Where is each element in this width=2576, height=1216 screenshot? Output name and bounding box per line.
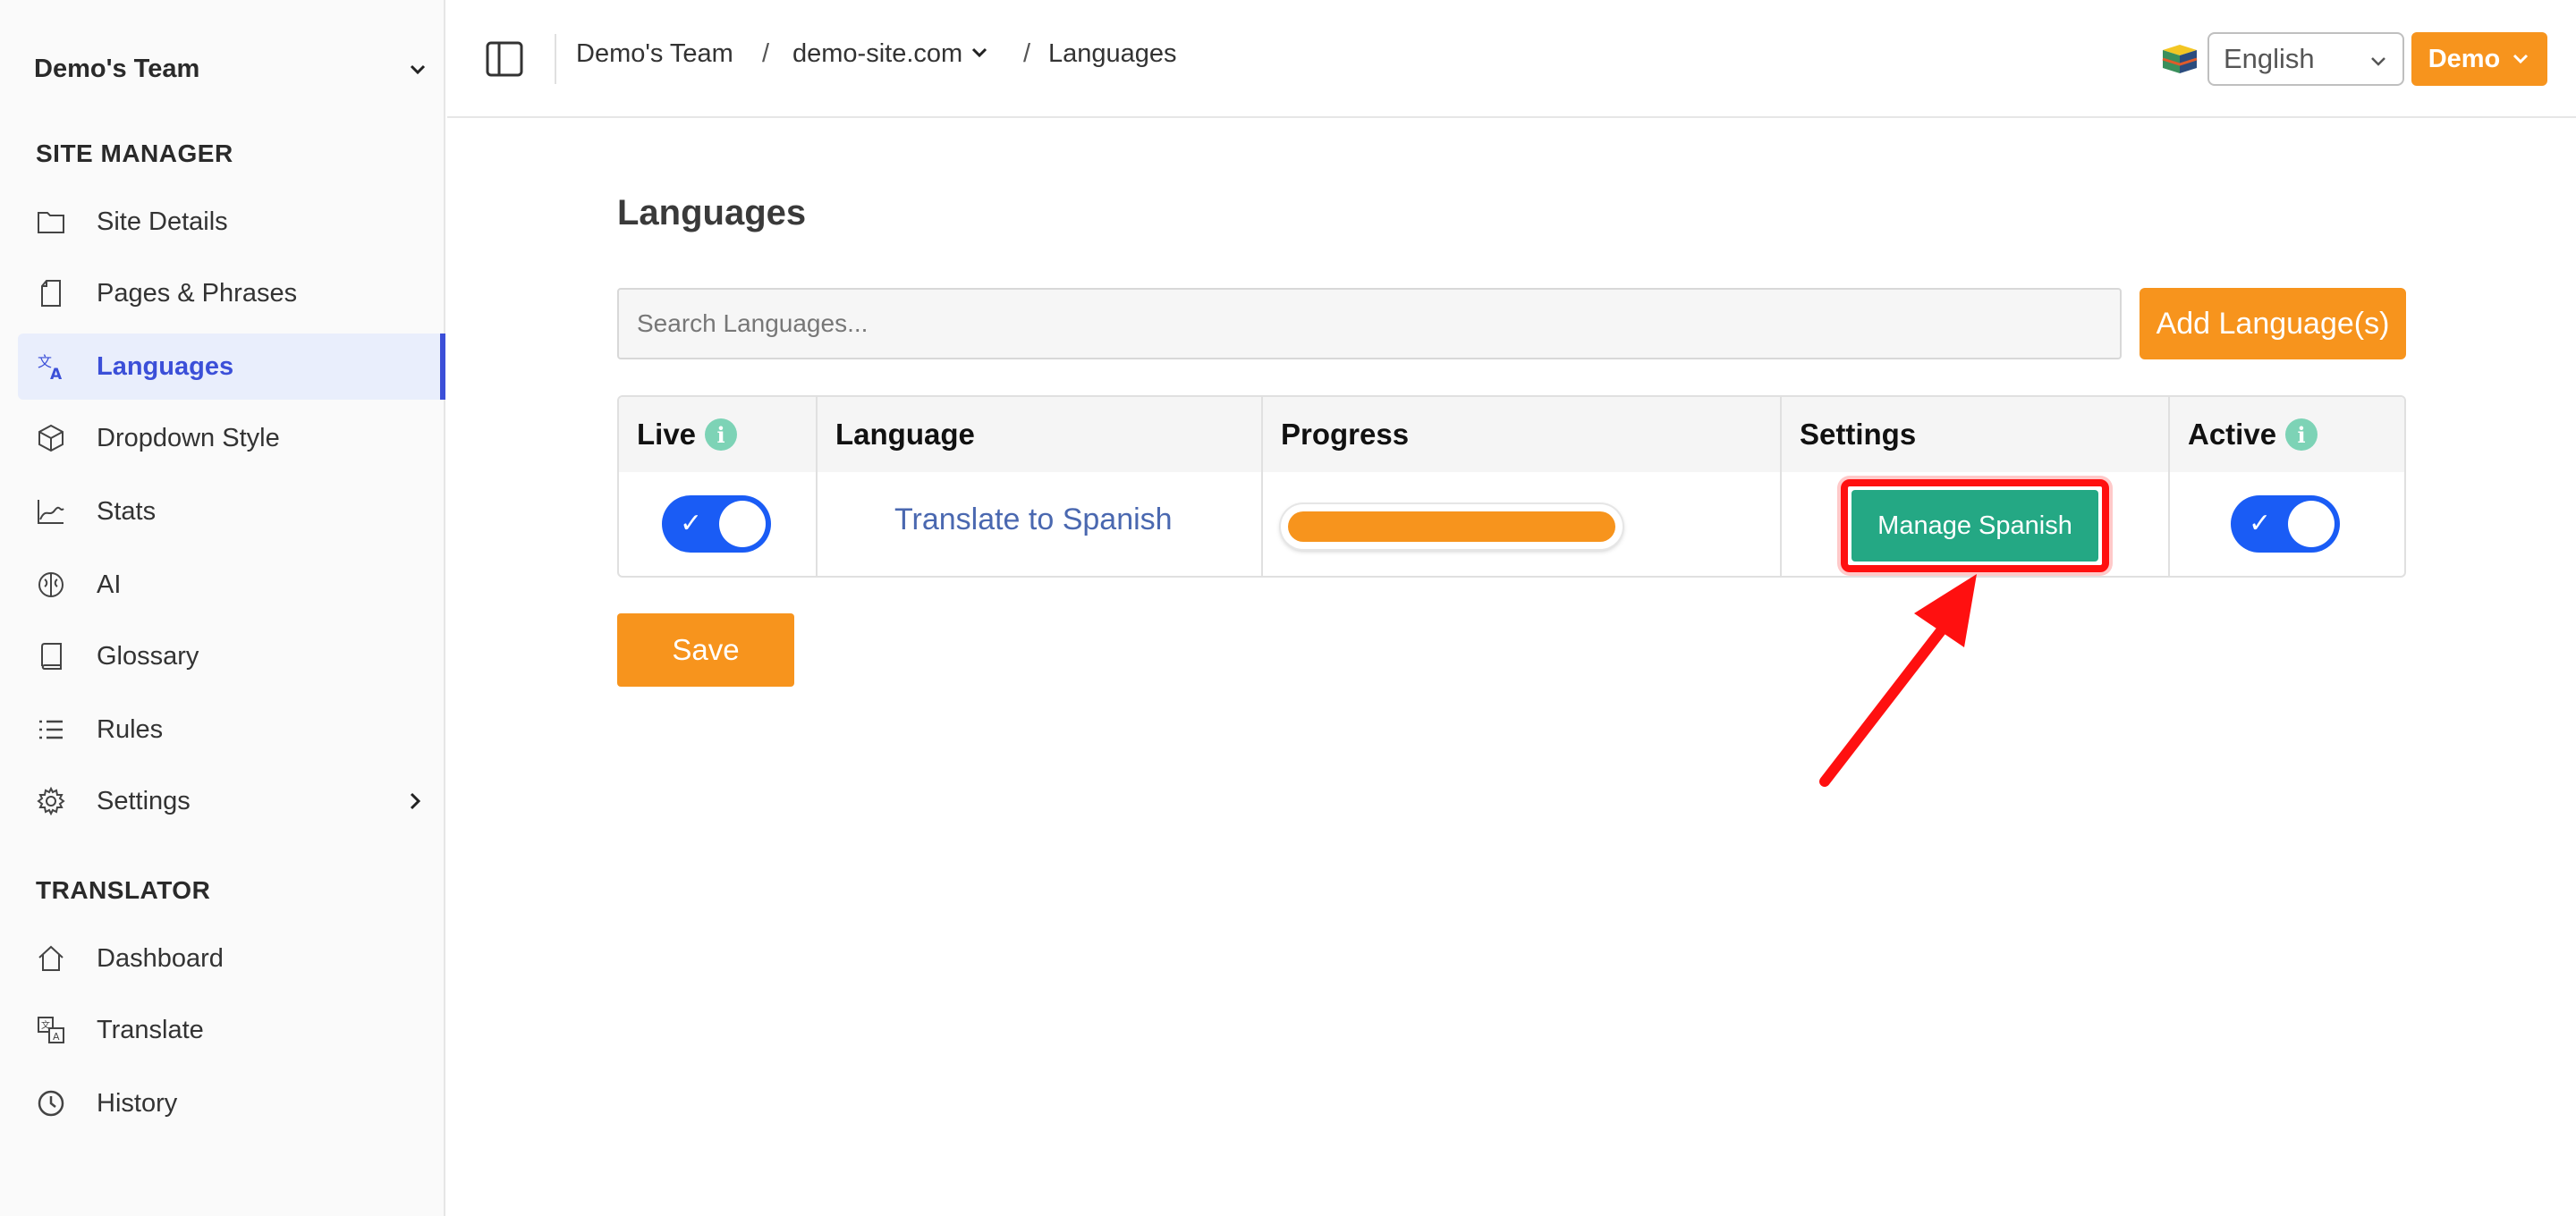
home-icon [36,943,66,974]
column-header-live-label: Live [637,418,697,451]
section-title-translator: TRANSLATOR [36,876,211,904]
sidebar-item-label: Glossary [97,641,199,671]
chevron-down-icon [972,47,987,58]
toggle-knob [2288,501,2334,547]
translate-to-spanish-link[interactable]: Translate to Spanish [894,502,1173,537]
breadcrumb-separator: / [762,39,770,68]
sidebar-item-label: Dropdown Style [97,423,280,452]
active-toggle[interactable]: ✓ [2231,495,2340,553]
toggle-knob [719,501,766,547]
topbar-divider [555,34,556,84]
clock-icon [36,1088,66,1119]
chevron-right-icon [410,792,421,810]
column-header-active-label: Active [2188,418,2277,451]
column-divider [2168,397,2170,576]
sidebar-item-translate[interactable]: 文A Translate [18,997,445,1063]
sidebar-item-label: AI [97,570,122,599]
column-divider [1780,397,1782,576]
language-flag-icon [2162,45,2198,73]
team-name: Demo's Team [34,54,200,83]
sidebar-item-stats[interactable]: Stats [18,478,445,545]
cube-icon [36,423,66,453]
translation-progress-bar [1281,504,1623,549]
topbar: Demo's Team / demo-site.com / Languages … [447,0,2576,118]
live-toggle[interactable]: ✓ [662,495,771,553]
breadcrumb-site-label: demo-site.com [792,39,963,68]
panel-left-icon [486,41,523,77]
sidebar-item-glossary[interactable]: Glossary [18,623,445,689]
sidebar-item-dropdown-style[interactable]: Dropdown Style [18,405,445,471]
sidebar-item-label: Translate [97,1015,204,1044]
save-button[interactable]: Save [617,613,794,687]
sidebar-item-pages-phrases[interactable]: Pages & Phrases [18,260,445,326]
chart-line-icon [36,496,66,527]
add-languages-button[interactable]: Add Language(s) [2140,288,2406,359]
sidebar-item-label: Stats [97,496,157,526]
svg-text:A: A [53,1031,60,1043]
translate-icon: 文A [36,351,66,382]
language-select-value: English [2224,43,2315,74]
column-header-language: Language [835,418,975,451]
breadcrumb-team[interactable]: Demo's Team [576,39,733,69]
sidebar-item-label: Dashboard [97,943,224,973]
sidebar-item-settings[interactable]: Settings [18,768,445,834]
chevron-down-icon [2513,54,2529,64]
progress-bar-fill [1288,511,1615,542]
languages-table: Live i Language Progress Settings Active… [617,395,2406,578]
column-divider [816,397,818,576]
sidebar-item-label: Rules [97,714,164,744]
sidebar-toggle-button[interactable] [485,39,524,79]
book-icon [36,641,66,671]
brain-icon [36,570,66,600]
sidebar-item-site-details[interactable]: Site Details [18,189,445,255]
gear-icon [36,786,66,816]
breadcrumb-site[interactable]: demo-site.com [792,39,989,69]
sidebar-item-label: Site Details [97,207,228,236]
column-divider [1261,397,1263,576]
sidebar-item-languages[interactable]: 文A Languages [18,334,445,400]
user-menu-button[interactable]: Demo [2411,32,2547,86]
sidebar-item-label: Languages [97,351,234,381]
svg-text:文: 文 [41,1019,50,1031]
column-header-progress: Progress [1281,418,1410,451]
sidebar-item-label: History [97,1088,178,1118]
manage-spanish-button[interactable]: Manage Spanish [1852,490,2098,562]
info-icon[interactable]: i [705,418,738,451]
sidebar: Demo's Team SITE MANAGER Site Details Pa… [0,0,445,1216]
breadcrumb-separator: / [1023,39,1031,68]
language-select[interactable]: English [2207,32,2404,86]
team-switcher[interactable]: Demo's Team [34,48,428,89]
page-icon [36,278,66,308]
section-title-site-manager: SITE MANAGER [36,139,233,167]
check-icon: ✓ [2249,508,2272,539]
breadcrumb-current-page: Languages [1048,39,1177,68]
search-languages-input[interactable] [617,288,2122,359]
sidebar-item-ai[interactable]: AI [18,552,445,618]
chevron-down-icon [410,64,426,75]
sidebar-item-dashboard[interactable]: Dashboard [18,925,445,992]
sidebar-item-rules[interactable]: Rules [18,697,445,763]
chevron-down-icon [2371,57,2385,66]
sidebar-item-history[interactable]: History [18,1070,445,1136]
svg-text:A: A [50,366,63,381]
folder-icon [36,207,66,237]
check-icon: ✓ [680,508,703,539]
column-header-active: Active i [2170,397,2318,472]
sidebar-item-label: Pages & Phrases [97,278,298,308]
user-menu-label: Demo [2428,44,2501,73]
translate-box-icon: 文A [36,1015,66,1045]
page-title: Languages [617,193,807,232]
column-header-live: Live i [619,397,738,472]
column-header-settings: Settings [1800,418,1917,451]
sidebar-item-label: Settings [97,786,191,815]
info-icon[interactable]: i [2285,418,2318,451]
list-icon [36,714,66,745]
